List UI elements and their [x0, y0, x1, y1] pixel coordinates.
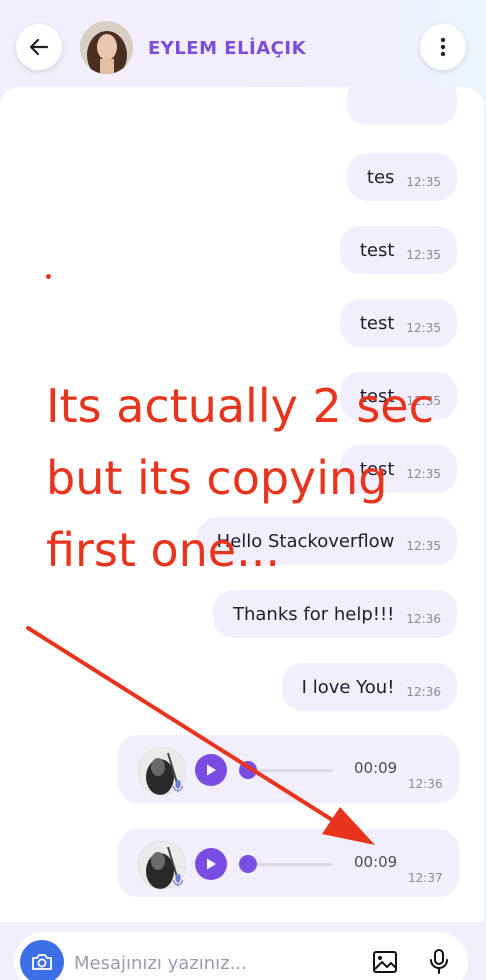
- annotation-dot: [46, 274, 51, 279]
- camera-button[interactable]: [20, 940, 64, 980]
- message-time: 12:35: [406, 175, 441, 189]
- voice-duration: 00:09: [354, 853, 398, 871]
- chat-header: EYLEM ELİAÇIK: [0, 0, 486, 95]
- more-vertical-icon: [440, 37, 446, 57]
- message-bubble[interactable]: I love You! 12:36: [281, 663, 457, 711]
- audio-progress-thumb[interactable]: [239, 761, 257, 779]
- message-bubble[interactable]: test 12:35: [339, 299, 457, 347]
- voice-message[interactable]: 00:09 12:36: [118, 735, 459, 803]
- audio-progress-thumb[interactable]: [239, 855, 257, 873]
- image-icon[interactable]: [372, 950, 398, 974]
- mic-icon: [172, 780, 184, 793]
- message-bubble[interactable]: tes 12:35: [346, 153, 457, 201]
- voice-time: 12:36: [408, 777, 443, 791]
- audio-progress-track[interactable]: [248, 863, 333, 866]
- message-time: 12:36: [406, 685, 441, 699]
- message-text: test: [359, 312, 395, 334]
- message-time: 12:35: [406, 321, 441, 335]
- audio-progress-track[interactable]: [248, 769, 333, 772]
- mic-icon: [172, 874, 184, 887]
- message-text: test: [359, 239, 395, 261]
- message-bubble[interactable]: Thanks for help!!! 12:36: [213, 590, 457, 638]
- voice-time: 12:37: [408, 871, 443, 885]
- play-icon: [207, 764, 216, 776]
- back-arrow-icon: [29, 38, 49, 56]
- play-icon: [207, 858, 216, 870]
- message-text: I love You!: [301, 676, 395, 698]
- message-bubble-partial[interactable]: [347, 87, 457, 125]
- voice-message[interactable]: 00:09 12:37: [118, 829, 459, 897]
- play-button[interactable]: [195, 848, 227, 880]
- message-bubble[interactable]: test 12:35: [339, 226, 457, 274]
- mic-record-icon[interactable]: [428, 948, 450, 976]
- composer-bar: [0, 922, 486, 980]
- voice-duration: 00:09: [354, 759, 398, 777]
- message-time: 12:35: [406, 248, 441, 262]
- back-button[interactable]: [16, 24, 62, 70]
- message-time: 12:36: [406, 612, 441, 626]
- camera-icon: [32, 954, 52, 970]
- annotation-text: Its actually 2 sec but its copying first…: [46, 379, 434, 577]
- contact-avatar[interactable]: [80, 21, 133, 74]
- message-input[interactable]: [74, 948, 354, 978]
- contact-name: EYLEM ELİAÇIK: [148, 38, 307, 59]
- message-text: Thanks for help!!!: [233, 603, 395, 625]
- more-options-button[interactable]: [420, 24, 466, 70]
- message-text: tes: [366, 166, 395, 188]
- composer: [14, 932, 468, 980]
- play-button[interactable]: [195, 754, 227, 786]
